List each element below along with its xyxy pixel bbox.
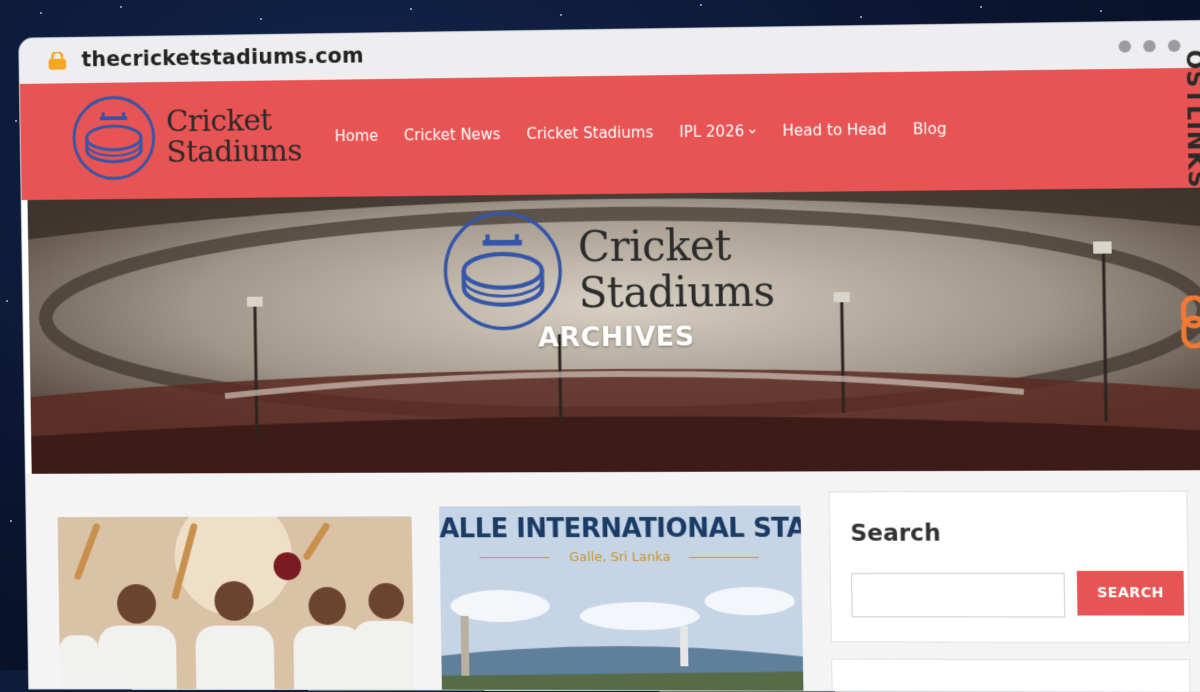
nav-ipl-2026-label: IPL 2026	[679, 122, 744, 141]
galle-image-title: ALLE INTERNATIONAL STADIUM	[439, 514, 801, 545]
search-button[interactable]: SEARCH	[1077, 571, 1184, 616]
nav-ipl-2026[interactable]: IPL 2026	[679, 122, 756, 141]
content-area: ALLE INTERNATIONAL STADIUM Galle, Sri La…	[26, 470, 1200, 692]
logo-line-1: Cricket	[166, 105, 302, 137]
archive-hero: Cricket Stadiums ARCHIVES	[27, 187, 1200, 473]
main-nav: Home Cricket News Cricket Stadiums IPL 2…	[335, 120, 947, 145]
search-widget-title: Search	[850, 520, 941, 546]
post-thumbnail-galle[interactable]: ALLE INTERNATIONAL STADIUM Galle, Sri La…	[439, 506, 804, 692]
site-header: Cricket Stadiums Home Cricket News Crick…	[20, 68, 1200, 201]
nav-home[interactable]: Home	[335, 127, 379, 145]
overlay-badge-text: OSTLINKS	[1180, 49, 1200, 188]
search-input[interactable]	[851, 573, 1065, 618]
nav-cricket-stadiums[interactable]: Cricket Stadiums	[526, 123, 653, 143]
hero-logo: Cricket Stadiums	[440, 206, 775, 333]
window-controls	[1119, 40, 1181, 53]
chevron-down-icon	[748, 127, 756, 135]
link-icon	[1180, 295, 1200, 348]
logo-line-2: Stadiums	[166, 136, 302, 168]
cricket-players-photo	[58, 516, 415, 691]
nav-head-to-head[interactable]: Head to Head	[782, 120, 886, 139]
divider	[689, 557, 759, 558]
site-logo[interactable]: Cricket Stadiums	[70, 92, 302, 182]
nav-cricket-news[interactable]: Cricket News	[404, 125, 501, 144]
window-dot[interactable]	[1143, 40, 1156, 52]
hero-logo-line-2: Stadiums	[578, 269, 774, 317]
website: Cricket Stadiums Home Cricket News Crick…	[20, 68, 1200, 692]
nav-blog[interactable]: Blog	[913, 120, 947, 139]
sidebar-widget	[831, 659, 1191, 692]
url-text[interactable]: thecricketstadiums.com	[81, 43, 364, 71]
hero-logo-line-1: Cricket	[578, 222, 774, 270]
browser-window: thecricketstadiums.com Cricket Stadiums …	[11, 0, 1200, 671]
window-dot[interactable]	[1168, 40, 1181, 52]
lock-icon	[46, 52, 68, 70]
window-dot[interactable]	[1119, 40, 1132, 52]
search-widget: Search SEARCH	[829, 491, 1190, 643]
stadium-icon	[70, 94, 157, 182]
stadium-icon	[440, 208, 565, 333]
post-thumbnail-players[interactable]	[58, 516, 415, 691]
